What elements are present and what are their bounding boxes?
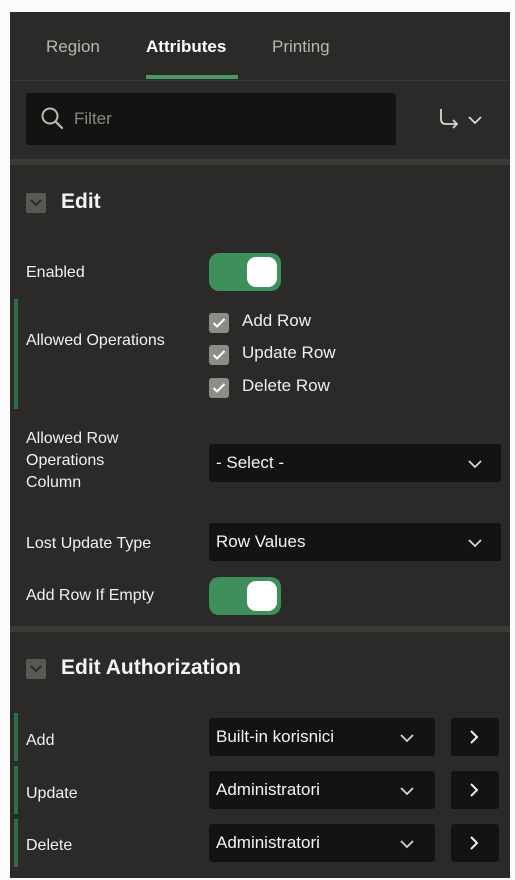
enabled-label: Enabled bbox=[26, 264, 85, 281]
required-indicator bbox=[14, 819, 18, 867]
chevron-down-icon bbox=[468, 539, 482, 548]
enabled-toggle[interactable] bbox=[209, 253, 281, 291]
add-row-if-empty-label: Add Row If Empty bbox=[26, 587, 155, 604]
chevron-down-icon bbox=[400, 734, 414, 743]
tab-region[interactable]: Region bbox=[46, 37, 100, 57]
tab-attributes[interactable]: Attributes bbox=[146, 37, 226, 57]
check-icon bbox=[212, 383, 226, 393]
checkbox-label: Add Row bbox=[242, 311, 311, 330]
section-title: Edit Authorization bbox=[61, 656, 242, 679]
select-value: Administratori bbox=[216, 780, 320, 799]
chevron-down-icon bbox=[468, 116, 482, 125]
required-indicator bbox=[14, 299, 18, 409]
filter-box bbox=[26, 93, 396, 145]
select-value: - Select - bbox=[216, 453, 285, 472]
collapse-toggle[interactable] bbox=[26, 193, 46, 213]
allowed-operations-label: Allowed Operations bbox=[26, 332, 165, 349]
auth-delete-goto-button[interactable] bbox=[451, 824, 499, 862]
chevron-down-icon bbox=[400, 787, 414, 796]
allowed-row-ops-column-label: Allowed Row Operations Column bbox=[26, 430, 119, 491]
tab-printing[interactable]: Printing bbox=[272, 37, 330, 57]
filter-input[interactable] bbox=[72, 103, 376, 135]
required-indicator bbox=[14, 713, 18, 761]
auth-delete-select[interactable]: Administratori bbox=[209, 824, 435, 862]
chevron-right-icon bbox=[470, 836, 479, 850]
chevron-down-icon bbox=[30, 199, 42, 207]
collapse-toggle[interactable] bbox=[26, 659, 46, 679]
chevron-down-icon bbox=[468, 460, 482, 469]
required-indicator bbox=[14, 766, 18, 814]
checkbox[interactable] bbox=[209, 345, 229, 365]
checkbox[interactable] bbox=[209, 313, 229, 333]
toggle-knob bbox=[247, 257, 277, 287]
auth-add-select[interactable]: Built-in korisnici bbox=[209, 718, 435, 756]
auth-add-goto-button[interactable] bbox=[451, 718, 499, 756]
divider bbox=[10, 159, 510, 165]
auth-update-label: Update bbox=[26, 785, 78, 802]
checkbox[interactable] bbox=[209, 378, 229, 398]
lost-update-type-select[interactable]: Row Values bbox=[209, 523, 501, 561]
chevron-right-icon bbox=[470, 730, 479, 744]
toggle-knob bbox=[247, 581, 277, 611]
auth-add-label: Add bbox=[26, 732, 55, 749]
auth-update-select[interactable]: Administratori bbox=[209, 771, 435, 809]
select-value: Row Values bbox=[216, 532, 306, 551]
checkbox-label: Update Row bbox=[242, 343, 336, 362]
lost-update-type-label: Lost Update Type bbox=[26, 535, 152, 552]
goto-group-button[interactable] bbox=[435, 104, 495, 134]
tab-bar: Region Attributes Printing bbox=[10, 12, 510, 81]
chevron-right-icon bbox=[470, 783, 479, 797]
property-editor-panel: Region Attributes Printing Edit Enabled bbox=[10, 12, 510, 878]
active-tab-indicator bbox=[146, 75, 238, 79]
auth-delete-label: Delete bbox=[26, 837, 73, 854]
select-value: Administratori bbox=[216, 833, 320, 852]
divider bbox=[10, 626, 510, 632]
goto-arrow-icon bbox=[440, 109, 459, 129]
auth-update-goto-button[interactable] bbox=[451, 771, 499, 809]
select-value: Built-in korisnici bbox=[216, 727, 335, 746]
add-row-if-empty-toggle[interactable] bbox=[209, 577, 281, 615]
chevron-down-icon bbox=[400, 840, 414, 849]
checkbox-label: Delete Row bbox=[242, 376, 330, 395]
check-icon bbox=[212, 350, 226, 360]
search-icon bbox=[41, 107, 64, 130]
check-icon bbox=[212, 318, 226, 328]
chevron-down-icon bbox=[30, 665, 42, 673]
allowed-row-ops-column-select[interactable]: - Select - bbox=[209, 444, 501, 482]
section-title: Edit bbox=[61, 190, 101, 213]
